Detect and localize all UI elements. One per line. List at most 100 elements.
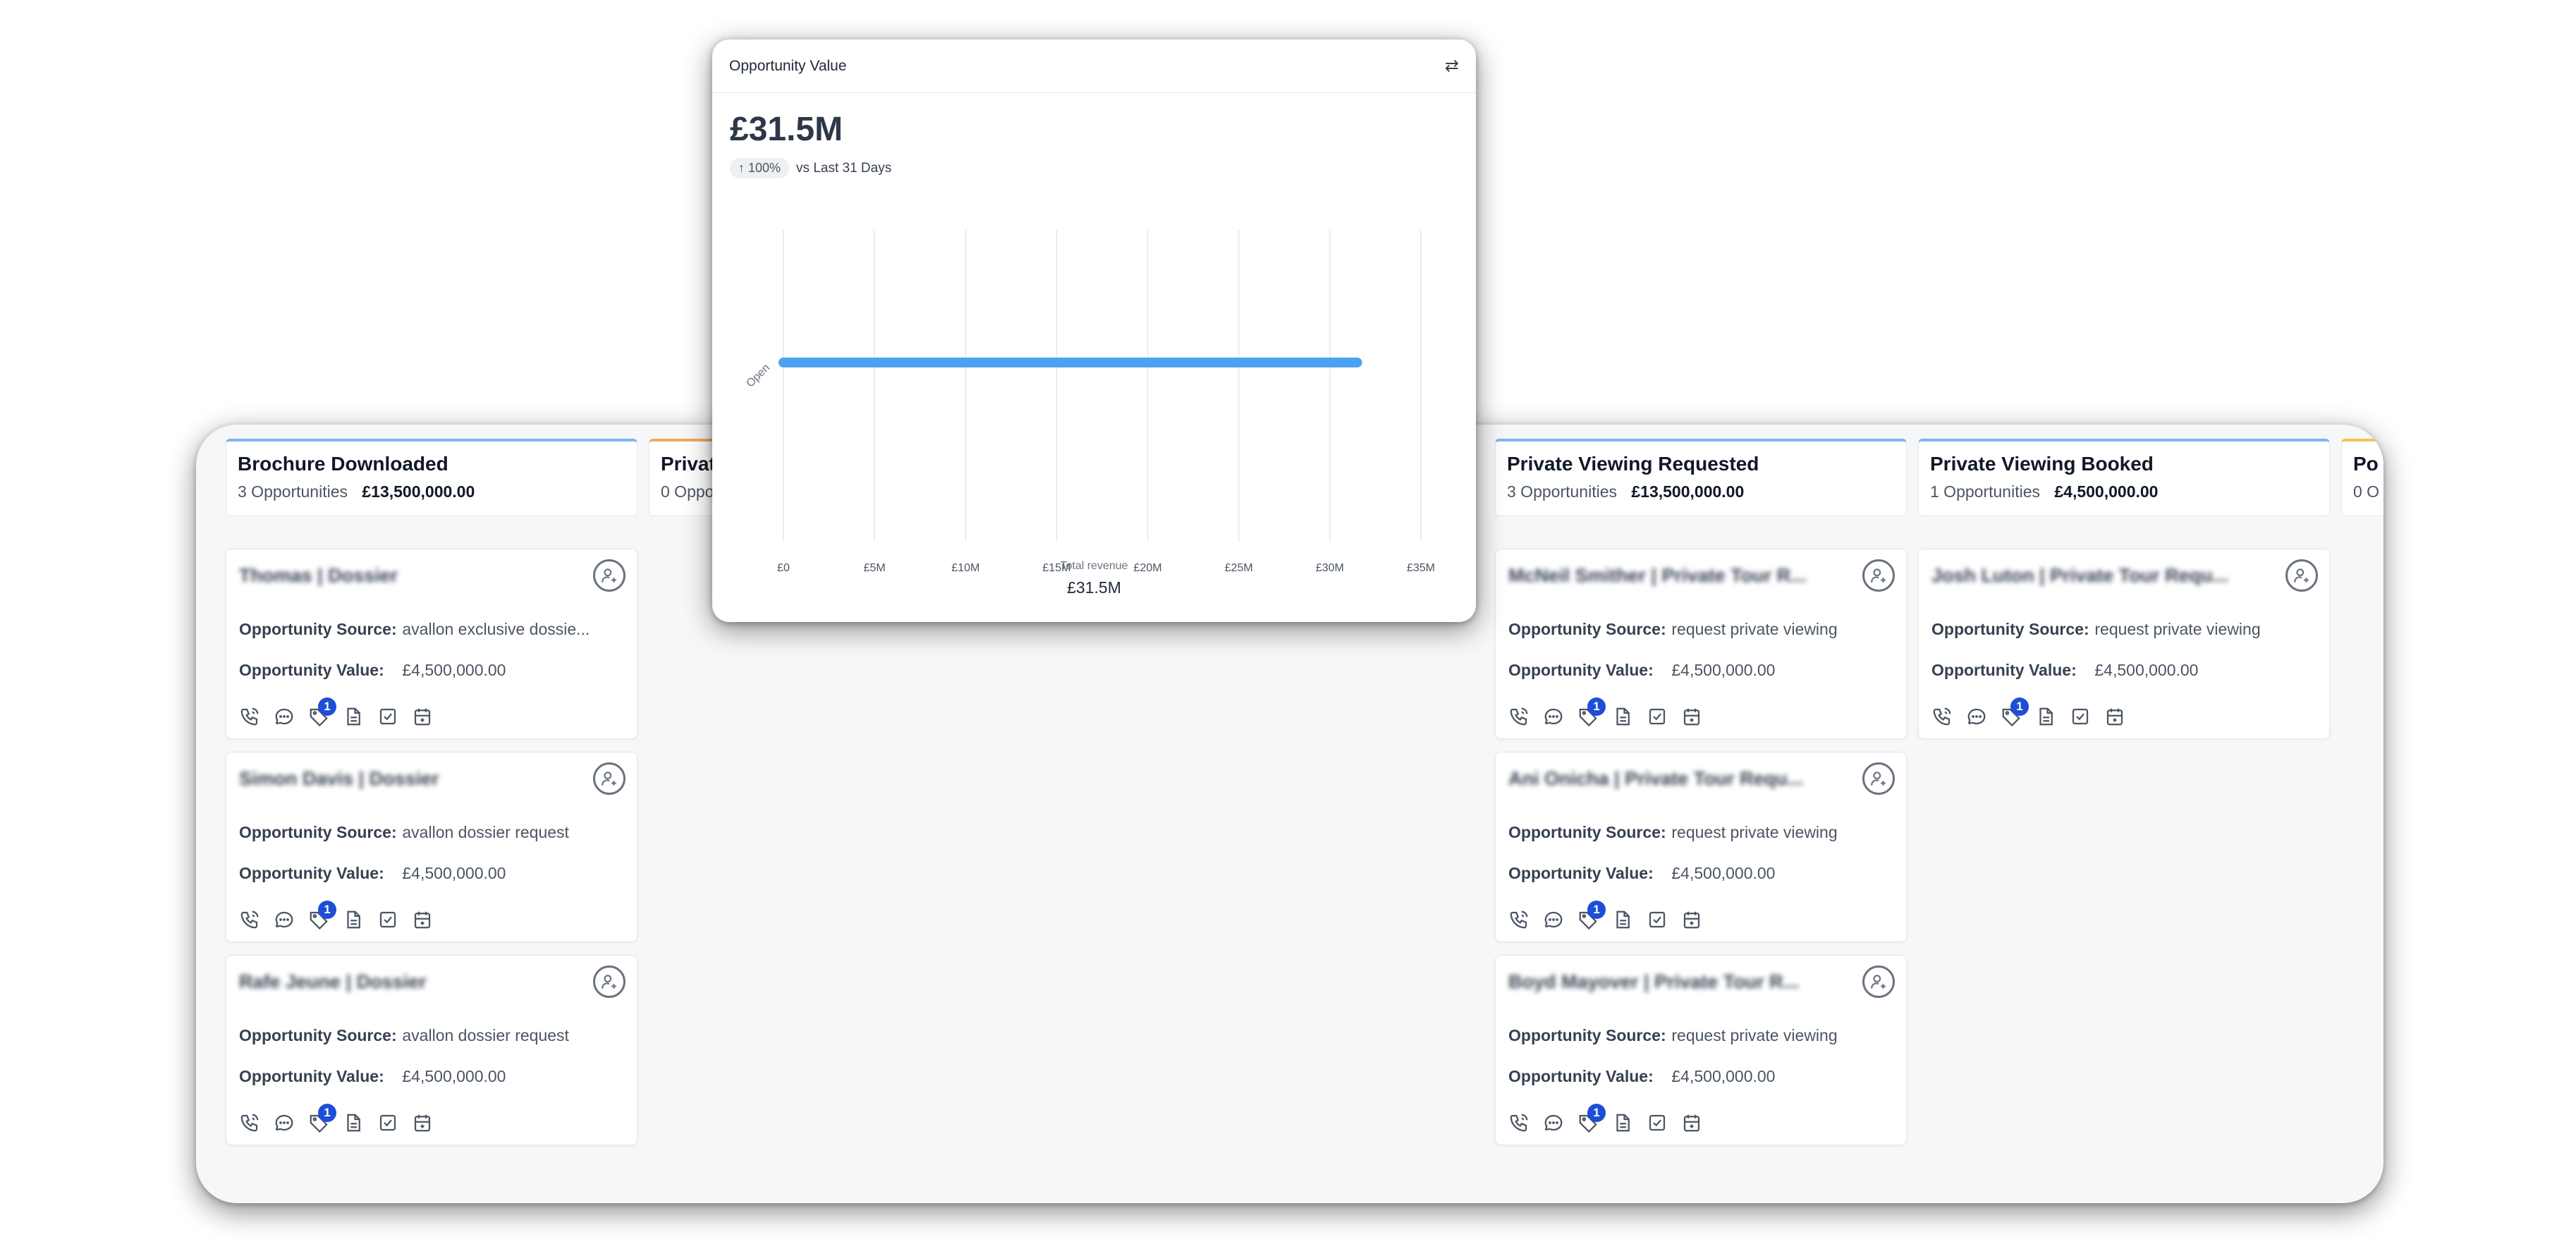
document-icon[interactable] <box>341 1111 365 1135</box>
tag-icon[interactable]: 1 <box>1576 901 1606 932</box>
opportunity-name[interactable]: Boyd Mayover | Private Tour R... <box>1508 971 1799 993</box>
opportunity-source-value: request private viewing <box>1671 823 1838 841</box>
checkbox-icon[interactable] <box>1645 908 1669 932</box>
opportunity-value-row: Opportunity Value: £4,500,000.00 <box>1508 1067 1775 1086</box>
tag-icon[interactable]: 1 <box>1999 697 2029 729</box>
chart-footer-value: £31.5M <box>1067 578 1121 597</box>
opportunity-value-amount: £4,500,000.00 <box>1671 1067 1776 1085</box>
phone-icon[interactable] <box>1930 705 1954 729</box>
card-actions: 1 <box>238 1104 434 1135</box>
phone-icon[interactable] <box>1507 705 1531 729</box>
opportunity-value-label: Opportunity Value: <box>1508 864 1654 882</box>
checkbox-icon[interactable] <box>1645 1111 1669 1135</box>
column-count: 1 Opportunities <box>1930 482 2040 501</box>
chat-icon[interactable] <box>1542 1111 1565 1135</box>
document-icon[interactable] <box>1611 1111 1635 1135</box>
checkbox-icon[interactable] <box>376 1111 400 1135</box>
tag-icon[interactable]: 1 <box>307 901 336 932</box>
assign-user-icon[interactable] <box>593 762 625 795</box>
tag-icon[interactable]: 1 <box>1576 697 1606 729</box>
document-icon[interactable] <box>341 908 365 932</box>
checkbox-icon[interactable] <box>2068 705 2092 729</box>
opportunity-value-label: Opportunity Value: <box>1931 661 2077 679</box>
opportunity-card[interactable]: Ani Onicha | Private Tour Requ... Opport… <box>1495 752 1907 942</box>
checkbox-icon[interactable] <box>376 908 400 932</box>
document-icon[interactable] <box>1611 908 1635 932</box>
calendar-icon[interactable] <box>410 705 434 729</box>
phone-icon[interactable] <box>1507 908 1531 932</box>
opportunity-card[interactable]: McNeil Smither | Private Tour R... Oppor… <box>1495 549 1907 739</box>
opportunity-source-label: Opportunity Source: <box>239 823 397 841</box>
chat-icon[interactable] <box>1965 705 1989 729</box>
opportunity-name[interactable]: Rafe Jeune | Dossier <box>239 971 427 993</box>
card-actions: 1 <box>1507 901 1704 932</box>
opportunity-value-row: Opportunity Value: £4,500,000.00 <box>1508 661 1775 680</box>
chat-icon[interactable] <box>1542 705 1565 729</box>
phone-icon[interactable] <box>238 908 262 932</box>
chat-icon[interactable] <box>272 705 296 729</box>
opportunity-card[interactable]: Rafe Jeune | Dossier Opportunity Source:… <box>226 955 637 1145</box>
calendar-icon[interactable] <box>1680 705 1704 729</box>
opportunity-name[interactable]: Ani Onicha | Private Tour Requ... <box>1508 768 1803 790</box>
assign-user-icon[interactable] <box>593 559 625 592</box>
calendar-icon[interactable] <box>1680 908 1704 932</box>
opportunity-card[interactable]: Thomas | Dossier Opportunity Source: ava… <box>226 549 637 739</box>
column-header[interactable]: Private Viewing Booked 1 Opportunities £… <box>1918 439 2330 516</box>
checkbox-icon[interactable] <box>1645 705 1669 729</box>
column-header[interactable]: Private Viewing Requested 3 Opportunitie… <box>1495 439 1907 516</box>
tag-icon[interactable]: 1 <box>307 1104 336 1135</box>
column-header[interactable]: Po 0 O <box>2341 439 2383 516</box>
opportunity-name[interactable]: Josh Luton | Private Tour Requ... <box>1931 565 2228 587</box>
chart-footer-label: Total revenue <box>1060 560 1128 572</box>
calendar-icon[interactable] <box>410 1111 434 1135</box>
column-summary: 3 Opportunities £13,500,000.00 <box>238 482 625 501</box>
checkbox-icon[interactable] <box>376 705 400 729</box>
opportunity-card[interactable]: Simon Davis | Dossier Opportunity Source… <box>226 752 637 942</box>
opportunity-name[interactable]: Simon Davis | Dossier <box>239 768 439 790</box>
opportunity-name[interactable]: Thomas | Dossier <box>239 565 398 587</box>
opportunity-source-label: Opportunity Source: <box>239 620 397 638</box>
document-icon[interactable] <box>2034 705 2058 729</box>
column-count: 3 Opportunities <box>238 482 348 501</box>
phone-icon[interactable] <box>238 1111 262 1135</box>
assign-user-icon[interactable] <box>1862 559 1895 592</box>
column-title: Private Viewing Booked <box>1930 453 2154 475</box>
opportunity-value-row: Opportunity Value: £4,500,000.00 <box>239 864 506 883</box>
assign-user-icon[interactable] <box>2285 559 2318 592</box>
column-header[interactable]: Brochure Downloaded 3 Opportunities £13,… <box>226 439 637 516</box>
opportunity-source-value: request private viewing <box>1671 1026 1838 1044</box>
opportunity-value-amount: £4,500,000.00 <box>2094 661 2199 679</box>
tag-icon[interactable]: 1 <box>307 697 336 729</box>
calendar-icon[interactable] <box>2103 705 2127 729</box>
opportunity-value-amount: £4,500,000.00 <box>402 1067 506 1085</box>
phone-icon[interactable] <box>1507 1111 1531 1135</box>
column-count: 0 Oppo <box>661 482 714 501</box>
tag-icon[interactable]: 1 <box>1576 1104 1606 1135</box>
opportunity-source-label: Opportunity Source: <box>1508 823 1666 841</box>
chat-icon[interactable] <box>1542 908 1565 932</box>
opportunity-name[interactable]: McNeil Smither | Private Tour R... <box>1508 565 1807 587</box>
assign-user-icon[interactable] <box>1862 762 1895 795</box>
opportunity-value-row: Opportunity Value: £4,500,000.00 <box>1508 864 1775 883</box>
phone-icon[interactable] <box>238 705 262 729</box>
opportunity-card[interactable]: Boyd Mayover | Private Tour R... Opportu… <box>1495 955 1907 1145</box>
assign-user-icon[interactable] <box>593 965 625 998</box>
chat-icon[interactable] <box>272 908 296 932</box>
column-value: £4,500,000.00 <box>2054 482 2159 501</box>
column-value: £13,500,000.00 <box>1631 482 1745 501</box>
calendar-icon[interactable] <box>410 908 434 932</box>
opportunity-value-amount: £4,500,000.00 <box>1671 661 1776 679</box>
opportunity-value-amount: £4,500,000.00 <box>402 864 506 882</box>
assign-user-icon[interactable] <box>1862 965 1895 998</box>
opportunity-source-label: Opportunity Source: <box>1508 620 1666 638</box>
column-summary: 0 O <box>2353 482 2383 501</box>
calendar-icon[interactable] <box>1680 1111 1704 1135</box>
chat-icon[interactable] <box>272 1111 296 1135</box>
document-icon[interactable] <box>1611 705 1635 729</box>
notification-badge: 1 <box>1587 1104 1606 1122</box>
notification-badge: 1 <box>318 1104 336 1122</box>
opportunity-card[interactable]: Josh Luton | Private Tour Requ... Opport… <box>1918 549 2330 739</box>
column-count: 3 Opportunities <box>1507 482 1617 501</box>
document-icon[interactable] <box>341 705 365 729</box>
column-title: Po <box>2353 453 2379 475</box>
